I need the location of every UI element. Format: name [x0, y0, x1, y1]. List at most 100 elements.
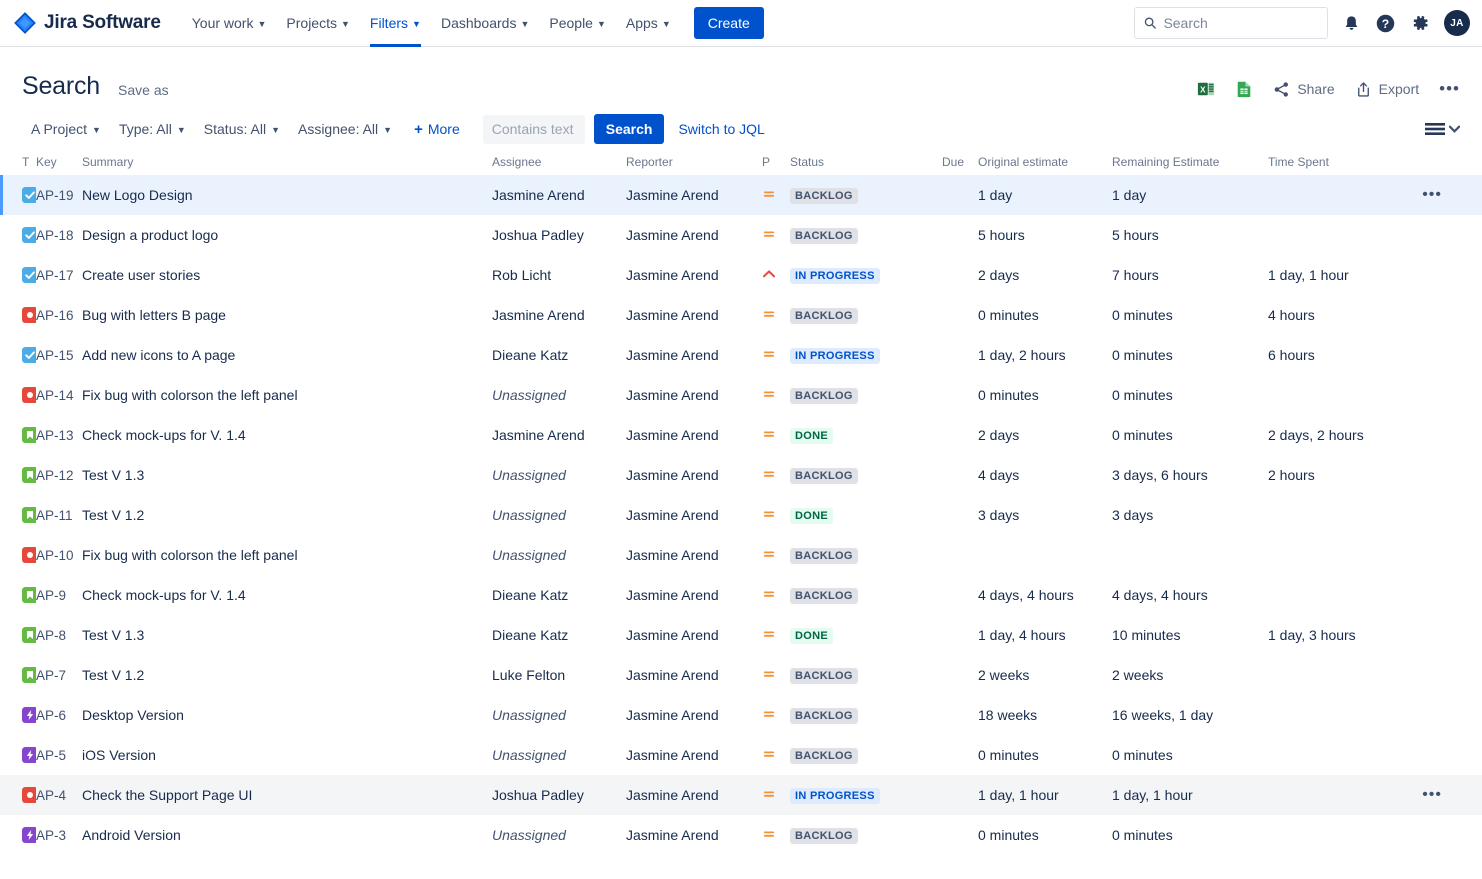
issue-key-link[interactable]: AP-16 [36, 308, 74, 323]
table-row[interactable]: AP-5 iOS Version Unassigned Jasmine Arend BA… [0, 735, 1482, 775]
cell-issue-type[interactable] [0, 695, 36, 735]
issue-summary-link[interactable]: Test V 1.2 [82, 667, 144, 683]
issue-key-link[interactable]: AP-14 [36, 388, 74, 403]
cell-issue-key[interactable]: AP-12 [36, 455, 82, 495]
cell-status[interactable]: IN PROGRESS [790, 775, 942, 815]
filter-search-button[interactable]: Search [593, 114, 665, 144]
cell-status[interactable]: BACKLOG [790, 735, 942, 775]
cell-summary[interactable]: Create user stories [82, 255, 492, 295]
cell-issue-key[interactable]: AP-10 [36, 535, 82, 575]
cell-issue-type[interactable] [0, 535, 36, 575]
cell-status[interactable]: BACKLOG [790, 575, 942, 615]
cell-issue-key[interactable]: AP-15 [36, 335, 82, 375]
cell-issue-type[interactable] [0, 175, 36, 215]
issue-key-link[interactable]: AP-13 [36, 428, 74, 443]
issue-key-link[interactable]: AP-4 [36, 788, 66, 803]
cell-status[interactable]: BACKLOG [790, 655, 942, 695]
cell-status[interactable]: IN PROGRESS [790, 255, 942, 295]
issue-summary-link[interactable]: Desktop Version [82, 707, 184, 723]
contains-text-input[interactable] [482, 114, 585, 144]
cell-issue-key[interactable]: AP-7 [36, 655, 82, 695]
nav-item-filters[interactable]: Filters ▼ [361, 0, 430, 47]
cell-summary[interactable]: Test V 1.3 [82, 615, 492, 655]
issue-key-link[interactable]: AP-10 [36, 548, 74, 563]
issue-key-link[interactable]: AP-8 [36, 628, 66, 643]
cell-summary[interactable]: Desktop Version [82, 695, 492, 735]
cell-status[interactable]: BACKLOG [790, 695, 942, 735]
table-row[interactable]: AP-16 Bug with letters B page Jasmine Aren… [0, 295, 1482, 335]
column-header-summary[interactable]: Summary [82, 153, 492, 175]
issue-summary-link[interactable]: Test V 1.3 [82, 627, 144, 643]
table-row[interactable]: AP-17 Create user stories Rob Licht Jasmine… [0, 255, 1482, 295]
issue-key-link[interactable]: AP-12 [36, 468, 74, 483]
switch-to-jql-link[interactable]: Switch to JQL [678, 121, 764, 137]
column-header-assignee[interactable]: Assignee [492, 153, 626, 175]
table-row[interactable]: AP-9 Check mock-ups for V. 1.4 Dieane Katz… [0, 575, 1482, 615]
issue-summary-link[interactable]: New Logo Design [82, 187, 193, 203]
issue-key-link[interactable]: AP-11 [36, 508, 73, 523]
cell-issue-type[interactable] [0, 655, 36, 695]
cell-issue-key[interactable]: AP-6 [36, 695, 82, 735]
cell-issue-type[interactable] [0, 495, 36, 535]
cell-status[interactable]: DONE [790, 415, 942, 455]
filter-assignee[interactable]: Assignee: All ▼ [289, 115, 401, 143]
cell-issue-type[interactable] [0, 615, 36, 655]
table-row[interactable]: AP-18 Design a product logo Joshua Padley J… [0, 215, 1482, 255]
column-header-original[interactable]: Original estimate [978, 153, 1112, 175]
table-row[interactable]: AP-10 Fix bug with colorson the left pane… [0, 535, 1482, 575]
create-button[interactable]: Create [693, 7, 764, 39]
issue-summary-link[interactable]: Create user stories [82, 267, 200, 283]
cell-status[interactable]: BACKLOG [790, 455, 942, 495]
settings-gear-icon[interactable] [1410, 13, 1430, 33]
cell-issue-key[interactable]: AP-3 [36, 815, 82, 853]
cell-issue-key[interactable]: AP-14 [36, 375, 82, 415]
global-search-box[interactable] [1134, 7, 1328, 39]
cell-issue-type[interactable] [0, 415, 36, 455]
table-row[interactable]: AP-3 Android Version Unassigned Jasmine Are… [0, 815, 1482, 853]
cell-status[interactable]: BACKLOG [790, 375, 942, 415]
issue-key-link[interactable]: AP-6 [36, 708, 66, 723]
cell-summary[interactable]: Test V 1.2 [82, 495, 492, 535]
cell-status[interactable]: BACKLOG [790, 215, 942, 255]
issue-summary-link[interactable]: Fix bug with colorson the left panel [82, 387, 298, 403]
cell-issue-type[interactable] [0, 775, 36, 815]
cell-issue-type[interactable] [0, 375, 36, 415]
table-row[interactable]: AP-19 New Logo Design Jasmine Arend Jasmine… [0, 175, 1482, 215]
issue-summary-link[interactable]: Check mock-ups for V. 1.4 [82, 427, 246, 443]
cell-summary[interactable]: iOS Version [82, 735, 492, 775]
cell-issue-key[interactable]: AP-17 [36, 255, 82, 295]
table-row[interactable]: AP-14 Fix bug with colorson the left pane… [0, 375, 1482, 415]
table-row[interactable]: AP-13 Check mock-ups for V. 1.4 Jasmine Ar… [0, 415, 1482, 455]
help-icon[interactable]: ? [1375, 13, 1396, 34]
column-header-key[interactable]: Key [36, 153, 82, 175]
cell-issue-key[interactable]: AP-5 [36, 735, 82, 775]
cell-summary[interactable]: Fix bug with colorson the left panel [82, 375, 492, 415]
issue-key-link[interactable]: AP-5 [36, 748, 66, 763]
row-actions-icon[interactable]: ••• [1422, 787, 1442, 802]
issue-summary-link[interactable]: Add new icons to A page [82, 347, 235, 363]
table-row[interactable]: AP-7 Test V 1.2 Luke Felton Jasmine Arend BA… [0, 655, 1482, 695]
cell-issue-key[interactable]: AP-16 [36, 295, 82, 335]
column-header-due[interactable]: Due [942, 153, 978, 175]
cell-summary[interactable]: New Logo Design [82, 175, 492, 215]
cell-issue-type[interactable] [0, 295, 36, 335]
filter-project[interactable]: A Project ▼ [22, 115, 110, 143]
cell-issue-key[interactable]: AP-4 [36, 775, 82, 815]
cell-issue-key[interactable]: AP-18 [36, 215, 82, 255]
issue-key-link[interactable]: AP-19 [36, 188, 74, 203]
issue-key-link[interactable]: AP-17 [36, 268, 74, 283]
cell-issue-type[interactable] [0, 455, 36, 495]
table-row[interactable]: AP-6 Desktop Version Unassigned Jasmine Are… [0, 695, 1482, 735]
table-row[interactable]: AP-15 Add new icons to A page Dieane Katz J… [0, 335, 1482, 375]
table-row[interactable]: AP-12 Test V 1.3 Unassigned Jasmine Arend BA… [0, 455, 1482, 495]
cell-issue-key[interactable]: AP-11 [36, 495, 82, 535]
issue-key-link[interactable]: AP-3 [36, 828, 66, 843]
column-header-remaining[interactable]: Remaining Estimate [1112, 153, 1268, 175]
export-button[interactable]: Export [1355, 81, 1419, 98]
cell-status[interactable]: IN PROGRESS [790, 335, 942, 375]
nav-item-apps[interactable]: Apps ▼ [617, 0, 680, 47]
user-avatar[interactable]: JA [1444, 10, 1470, 36]
issue-summary-link[interactable]: Test V 1.2 [82, 507, 144, 523]
jira-brand-logo[interactable]: Jira Software [14, 12, 161, 34]
issue-summary-link[interactable]: Test V 1.3 [82, 467, 144, 483]
